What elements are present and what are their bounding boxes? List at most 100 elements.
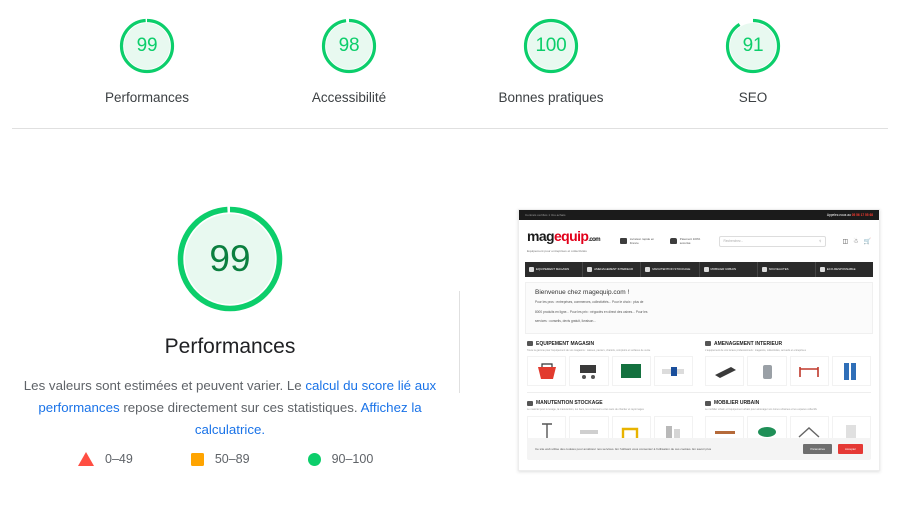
legend-range: 90–100 (331, 452, 374, 466)
desc-text-part2: repose directement sur ces statistiques. (119, 400, 361, 415)
preview-nav: EQUIPEMENT MAGASIN AMENAGEMENT INTERIEUR… (525, 262, 873, 277)
preview-search-input[interactable]: Recherchez... ⚲ (718, 235, 827, 247)
preview-nav-item[interactable]: EQUIPEMENT MAGASIN (525, 262, 584, 277)
preview-category[interactable]: EQUIPEMENT MAGASIN Toute la gamme pour l… (527, 340, 693, 387)
page-title: Performances (164, 335, 296, 358)
cookie-text: Ce site web utilise des cookies pour amé… (535, 446, 712, 451)
final-screenshot-card[interactable]: Contrats certifiés 1 Vos achats Appelez-… (518, 209, 880, 471)
preview-topbar-right: Appelez-nous au 05 56 17 55 68 (827, 213, 873, 217)
nav-label: MANUTENTION STOCKAGE (652, 266, 691, 271)
summary-gauge-row: 99 Performances 98 Accessibilité 100 Bon… (0, 0, 900, 105)
gauge-score-value: 98 (338, 35, 360, 56)
new-icon (761, 267, 767, 272)
section-divider (12, 128, 888, 129)
hero-line1: Pour les pros : entreprises, commerces, … (535, 300, 644, 304)
preview-nav-item[interactable]: NOUVEAUTES (758, 262, 816, 277)
compare-icon[interactable]: ◫ (842, 238, 848, 245)
preview-feature-secure: Paiement 100% sécurisé (670, 237, 708, 245)
category-title: EQUIPEMENT MAGASIN (536, 340, 595, 347)
product-thumb[interactable] (527, 356, 567, 387)
gauge-ring: 100 (521, 16, 581, 76)
legend-item-average: 50–89 (190, 452, 250, 466)
hero-line3: services : conseils, devis gratuit, livr… (535, 319, 596, 324)
preview-feature-delivery: Livraison rapide en France (620, 237, 660, 245)
interior-icon (587, 267, 593, 272)
preview-category-row-1: EQUIPEMENT MAGASIN Toute la gamme pour l… (527, 340, 871, 387)
logo-part3: .com (588, 236, 600, 243)
preview-nav-item[interactable]: MOBILIER URBAIN (700, 262, 758, 277)
summary-gauge-seo[interactable]: 91 SEO (687, 16, 819, 105)
preview-category[interactable]: AMENAGEMENT INTERIEUR L'équipement de vo… (705, 340, 871, 387)
legend-range: 50–89 (214, 452, 250, 466)
nav-label: ECO-RESPONSABLE (826, 266, 856, 271)
pagespeed-report: 99 Performances 98 Accessibilité 100 Bon… (0, 0, 900, 512)
bench-icon (703, 267, 709, 272)
preview-phone-label: Appelez-nous au (826, 213, 851, 217)
preview-hero: Bienvenue chez magequip.com ! Pour les p… (525, 282, 873, 334)
cookie-settings-button[interactable]: Paramètres (803, 444, 832, 454)
summary-gauge-bonnes-pratiques[interactable]: 100 Bonnes pratiques (485, 16, 617, 105)
nav-label: MOBILIER URBAIN (710, 266, 737, 271)
gauge-label: Performances (104, 90, 190, 105)
search-icon[interactable]: ⚲ (819, 239, 821, 243)
gauge-ring: 99 (117, 16, 177, 76)
square-icon (190, 452, 204, 466)
cart-icon[interactable]: 🛒 (864, 238, 871, 245)
product-thumb[interactable] (653, 356, 693, 387)
hero-line2: 8000 produits en ligne... Pour les prix … (535, 309, 648, 314)
product-thumb[interactable] (747, 356, 787, 387)
nav-label: EQUIPEMENT MAGASIN (536, 266, 570, 271)
triangle-icon (78, 452, 94, 466)
truck-icon (620, 238, 627, 244)
category-title: MOBILIER URBAIN (714, 400, 760, 407)
score-legend: 0–49 50–89 90–100 (78, 452, 373, 466)
pallet-icon (527, 400, 533, 406)
site-preview: Contrats certifiés 1 Vos achats Appelez-… (519, 210, 879, 470)
gauge-score-value: 100 (535, 35, 567, 56)
product-thumb[interactable] (789, 356, 829, 387)
logo-part2: equip (554, 227, 589, 244)
preview-header: magequip.com Equipement pour entreprises… (519, 220, 879, 262)
performance-detail-panel: 99 Performances Les valeurs sont estimée… (0, 145, 460, 441)
category-subtitle: Le mobilier urbain et l'équipement urbai… (705, 408, 817, 412)
preview-topbar-left: Contrats certifiés 1 Vos achats (525, 213, 566, 217)
search-placeholder: Recherchez... (723, 239, 744, 243)
summary-gauge-performances[interactable]: 99 Performances (81, 16, 213, 105)
product-thumb[interactable] (831, 356, 871, 387)
logo-part1: mag (527, 227, 555, 244)
account-icon[interactable]: ☃ (853, 238, 858, 245)
main-gauge-ring: 99 (172, 201, 288, 317)
preview-cookie-banner: Ce site web utilise des cookies pour amé… (527, 438, 871, 460)
gauge-ring: 98 (319, 16, 379, 76)
storage-icon (645, 267, 651, 272)
feature-text: Paiement 100% sécurisé (679, 237, 701, 245)
product-thumb[interactable] (611, 356, 651, 387)
preview-nav-item[interactable]: AMENAGEMENT INTERIEUR (583, 262, 642, 277)
cookie-accept-button[interactable]: Accepter (837, 444, 863, 454)
legend-item-poor: 0–49 (78, 452, 133, 466)
product-thumb[interactable] (705, 356, 745, 387)
basket-icon (527, 341, 533, 347)
gauge-score-value: 99 (136, 35, 158, 56)
category-subtitle: Toute la gamme pour l'équipement de vos … (527, 348, 651, 352)
gauge-ring: 91 (723, 16, 783, 76)
gauge-label: SEO (738, 90, 768, 105)
summary-gauge-accessibilite[interactable]: 98 Accessibilité (283, 16, 415, 105)
gauge-label: Bonnes pratiques (498, 90, 604, 105)
category-title: AMENAGEMENT INTERIEUR (714, 340, 783, 347)
preview-nav-item[interactable]: ECO-RESPONSABLE (816, 262, 873, 277)
feature-text: Livraison rapide en France (629, 237, 655, 245)
performance-description: Les valeurs sont estimées et peuvent var… (20, 375, 440, 441)
preview-nav-item[interactable]: MANUTENTION STOCKAGE (641, 262, 700, 277)
circle-icon (307, 452, 321, 466)
gauge-score-value: 91 (742, 35, 764, 56)
preview-separator (527, 392, 871, 394)
hero-title: Bienvenue chez magequip.com ! (535, 289, 630, 296)
product-thumb[interactable] (569, 356, 609, 387)
main-gauge-score-value: 99 (209, 238, 251, 279)
preview-logo[interactable]: magequip.com Equipement pour entreprises… (527, 227, 610, 254)
logo-tagline: Equipement pour entreprises et collectiv… (527, 248, 587, 253)
preview-header-icons: ◫ ☃ 🛒 (842, 238, 871, 245)
nav-label: AMENAGEMENT INTERIEUR (594, 266, 634, 271)
nav-label: NOUVEAUTES (768, 266, 789, 271)
